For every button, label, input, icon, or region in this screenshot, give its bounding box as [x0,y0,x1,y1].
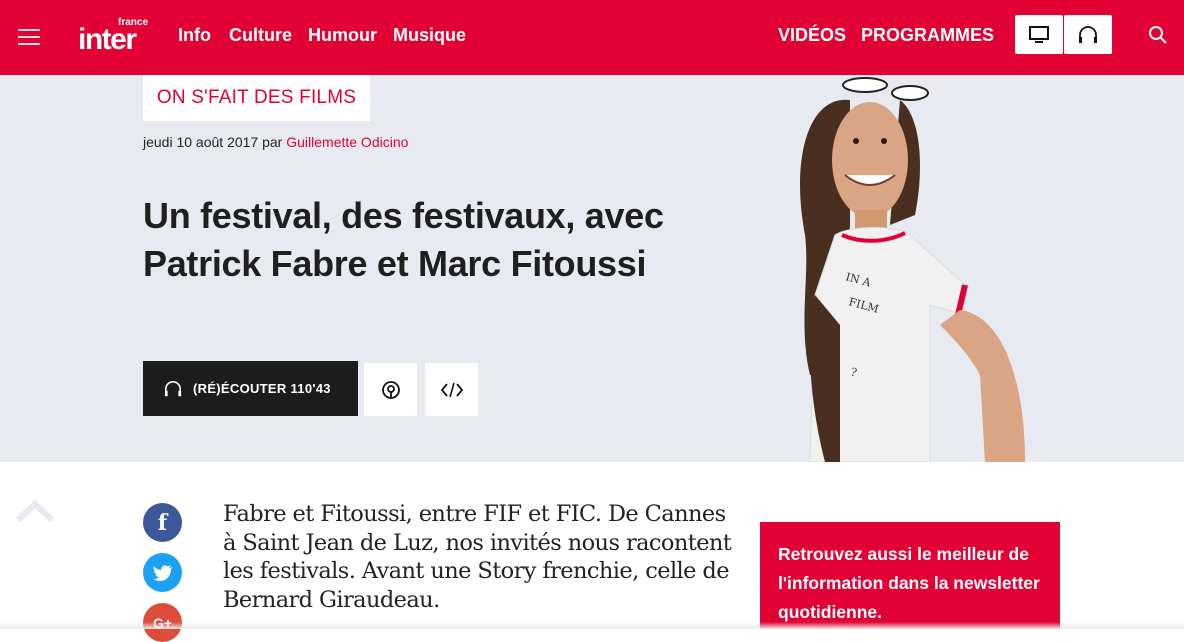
tv-button[interactable] [1015,15,1063,54]
embed-icon [440,382,463,397]
tv-icon [1029,25,1049,43]
nav-item-humour[interactable]: Humour [308,25,377,46]
bottom-shadow [0,622,1184,629]
presenter-portrait: IN A FILM ? [800,77,1025,462]
listen-label: (RÉ)ÉCOUTER 110'43 [193,381,331,396]
embed-button[interactable] [425,363,478,416]
site-header: france inter Info Culture Humour Musique… [0,0,1184,75]
logo-big-text: inter [78,23,137,56]
radio-button[interactable] [1064,15,1112,54]
twitter-bird-glyph [153,564,172,581]
podcast-icon [381,380,400,399]
nav-item-programmes[interactable]: PROGRAMMES [861,25,994,46]
article-meta: jeudi 10 août 2017 par Guillemette Odici… [143,134,408,150]
newsletter-promo[interactable]: Retrouvez aussi le meilleur de l'informa… [760,522,1060,629]
article-date: jeudi 10 août 2017 [143,134,259,150]
twitter-icon[interactable] [143,553,182,592]
nav-item-info[interactable]: Info [178,25,211,46]
headphones-icon [1079,25,1097,43]
search-icon[interactable] [1148,25,1168,45]
menu-icon[interactable] [18,29,40,47]
france-inter-logo[interactable]: france inter [78,17,152,57]
show-tag[interactable]: ON S'FAIT DES FILMS [143,75,370,121]
podcast-button[interactable] [364,363,417,416]
chevron-up-icon[interactable] [14,498,56,524]
by-label: par [262,134,283,150]
nav-item-musique[interactable]: Musique [393,25,466,46]
facebook-glyph: f [157,509,168,536]
nav-item-videos[interactable]: VIDÉOS [778,25,846,46]
facebook-icon[interactable]: f [143,503,182,542]
headphones-icon [164,380,182,396]
nav-item-culture[interactable]: Culture [229,25,292,46]
page-title: Un festival, des festivaux, avec Patrick… [143,195,664,284]
listen-button[interactable]: (RÉ)ÉCOUTER 110'43 [143,361,358,416]
newsletter-text: Retrouvez aussi le meilleur de l'informa… [778,544,1040,622]
author-link[interactable]: Guillemette Odicino [286,134,408,150]
article-intro: Fabre et Fitoussi, entre FIF et FIC. De … [223,501,732,613]
